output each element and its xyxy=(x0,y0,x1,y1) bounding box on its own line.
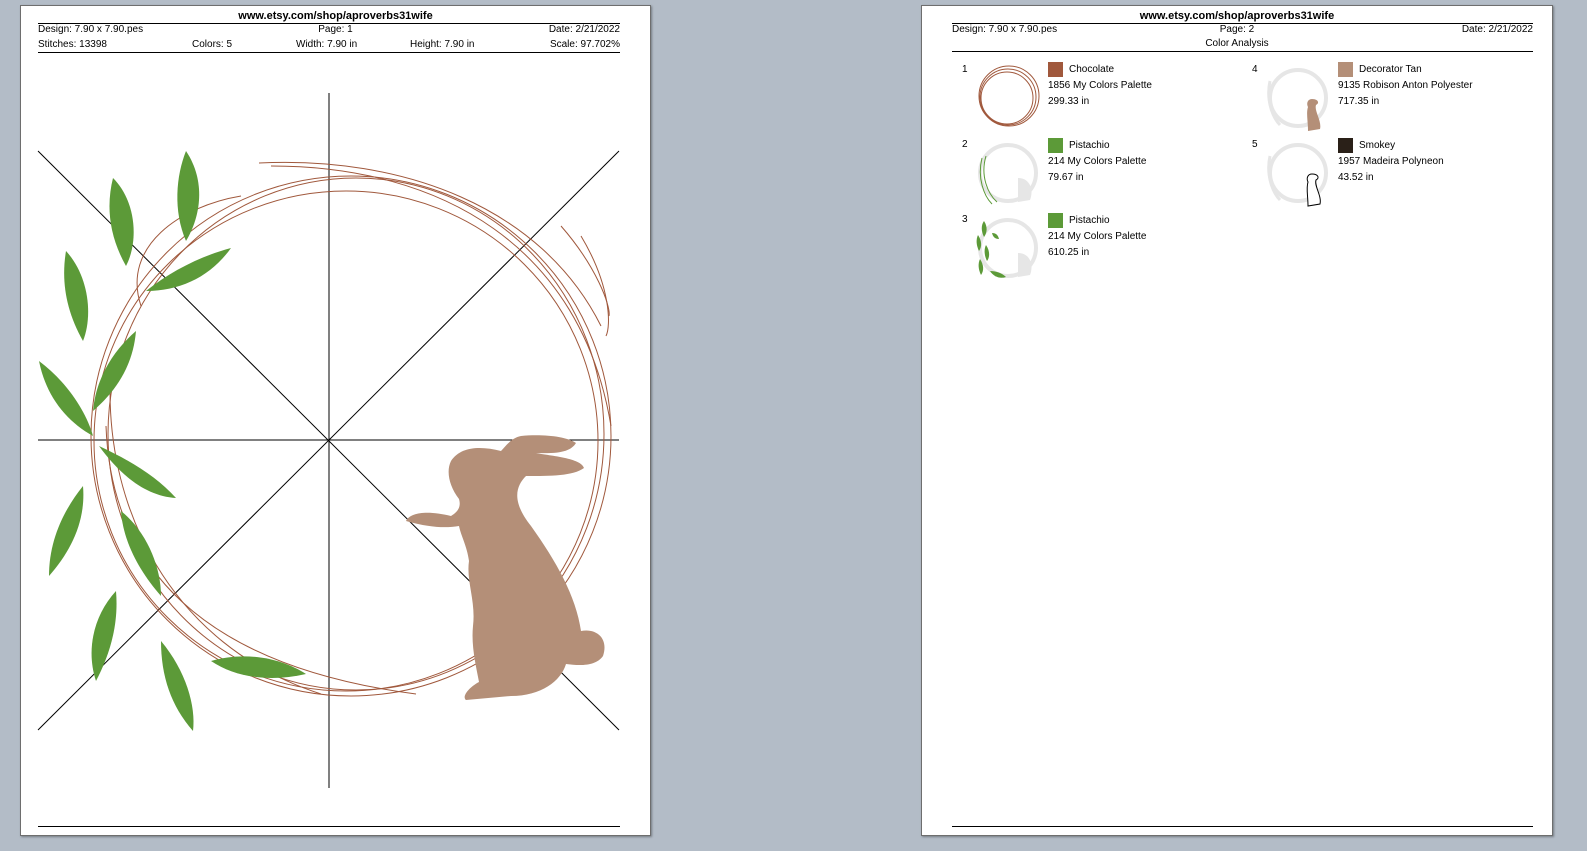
thread-length: 79.67 in xyxy=(1048,172,1084,183)
page2-section-title: Color Analysis xyxy=(1205,38,1269,49)
design-preview-canvas xyxy=(37,93,620,788)
page2-footer-rule xyxy=(952,826,1533,827)
color-swatch xyxy=(1048,138,1063,153)
wreath-leaves xyxy=(39,151,306,731)
thread-code: 214 My Colors Palette xyxy=(1048,231,1147,242)
color-index: 3 xyxy=(962,214,968,225)
thread-code: 1957 Madeira Polyneon xyxy=(1338,156,1444,167)
page1-footer-rule xyxy=(38,826,620,827)
color-swatch xyxy=(1338,62,1353,77)
thread-length: 43.52 in xyxy=(1338,172,1374,183)
color-index: 2 xyxy=(962,139,968,150)
thread-length: 610.25 in xyxy=(1048,247,1090,258)
color-name: Smokey xyxy=(1359,140,1396,151)
thread-code: 1856 My Colors Palette xyxy=(1048,80,1152,91)
thread-length: 717.35 in xyxy=(1338,96,1380,107)
color-index: 4 xyxy=(1252,64,1258,75)
color-swatch xyxy=(1338,138,1353,153)
color-1-thumbnail xyxy=(978,65,1040,127)
thread-code: 214 My Colors Palette xyxy=(1048,156,1147,167)
print-preview-page-1: www.etsy.com/shop/aproverbs31wife Design… xyxy=(20,5,651,836)
page2-site-url: www.etsy.com/shop/aproverbs31wife xyxy=(1139,10,1335,22)
color-swatch xyxy=(1048,213,1063,228)
color-index: 1 xyxy=(962,64,968,75)
color-index: 5 xyxy=(1252,139,1258,150)
color-4-thumbnail xyxy=(1267,68,1328,131)
color-name: Pistachio xyxy=(1069,215,1110,226)
color-swatch xyxy=(1048,62,1063,77)
color-name: Decorator Tan xyxy=(1359,64,1422,75)
thread-length: 299.33 in xyxy=(1048,96,1090,107)
color-name: Pistachio xyxy=(1069,140,1110,151)
page2-date: Date: 2/21/2022 xyxy=(1461,24,1533,35)
color-3-thumbnail xyxy=(976,218,1038,278)
page2-page-number: Page: 2 xyxy=(1219,24,1255,35)
color-2-thumbnail xyxy=(978,143,1038,205)
color-5-thumbnail xyxy=(1267,143,1328,207)
color-name: Chocolate xyxy=(1069,64,1115,75)
print-preview-page-2: www.etsy.com/shop/aproverbs31wife Design… xyxy=(921,5,1553,836)
page2-header-rule-bottom xyxy=(952,51,1533,52)
thread-code: 9135 Robison Anton Polyester xyxy=(1338,80,1473,91)
